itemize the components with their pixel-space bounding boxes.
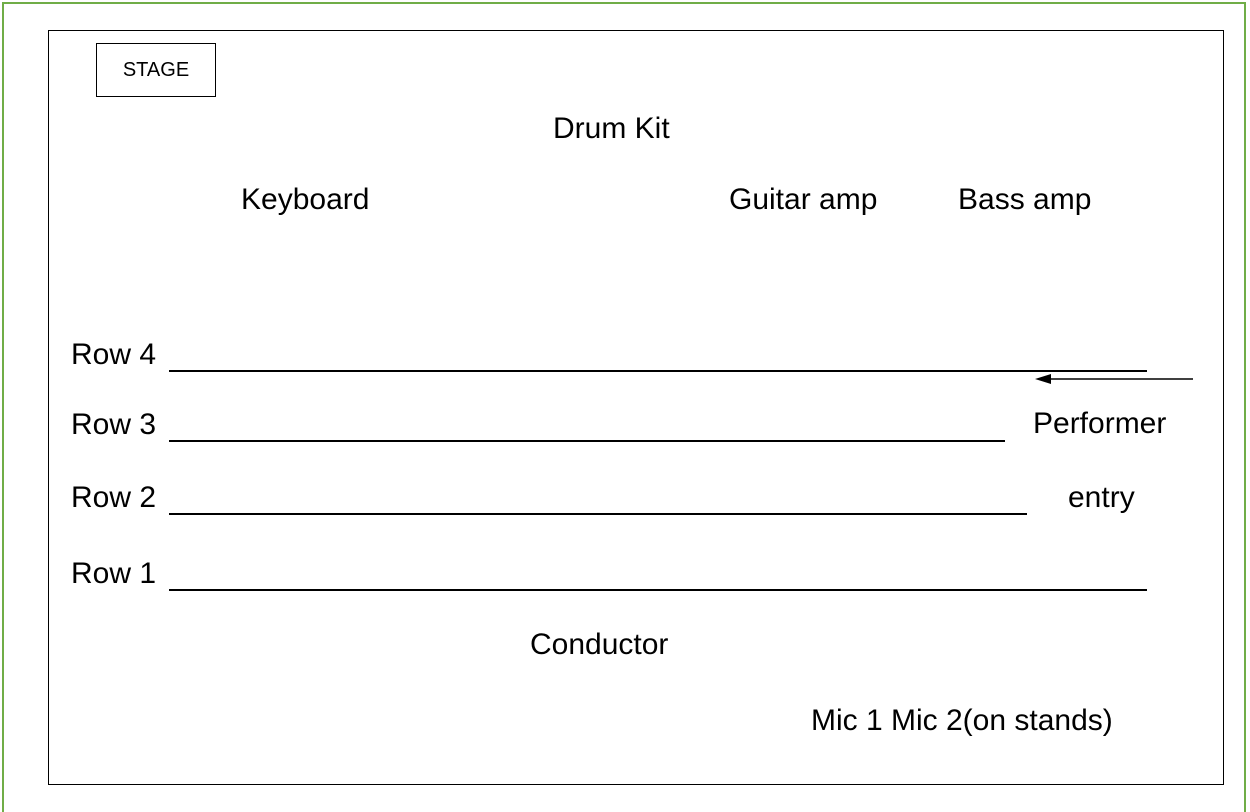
- row-line: [169, 370, 1147, 372]
- guitar-amp-label: Guitar amp: [729, 183, 878, 216]
- row-label: Row 3: [71, 408, 157, 441]
- drum-kit-label: Drum Kit: [553, 112, 670, 145]
- conductor-label: Conductor: [530, 628, 669, 661]
- row-line: [169, 589, 1147, 591]
- row-label: Row 4: [71, 338, 157, 371]
- performer-entry-label-line1: Performer: [1033, 407, 1167, 440]
- row-line: [169, 513, 1027, 515]
- row-line: [169, 440, 1005, 442]
- row-label: Row 2: [71, 481, 157, 514]
- performer-entry-label-line2: entry: [1068, 481, 1135, 514]
- keyboard-label: Keyboard: [241, 183, 370, 216]
- stage-label-box: STAGE: [96, 43, 216, 97]
- stage-label: STAGE: [122, 59, 190, 81]
- row-4: Row 4: [71, 337, 1147, 373]
- row-3: Row 3: [71, 407, 1005, 443]
- row-1: Row 1: [71, 556, 1147, 592]
- mics-label: Mic 1 Mic 2(on stands): [811, 704, 1113, 737]
- bass-amp-label: Bass amp: [958, 183, 1092, 216]
- row-2: Row 2: [71, 480, 1027, 516]
- entry-arrow-icon: [1035, 374, 1193, 384]
- row-label: Row 1: [71, 557, 157, 590]
